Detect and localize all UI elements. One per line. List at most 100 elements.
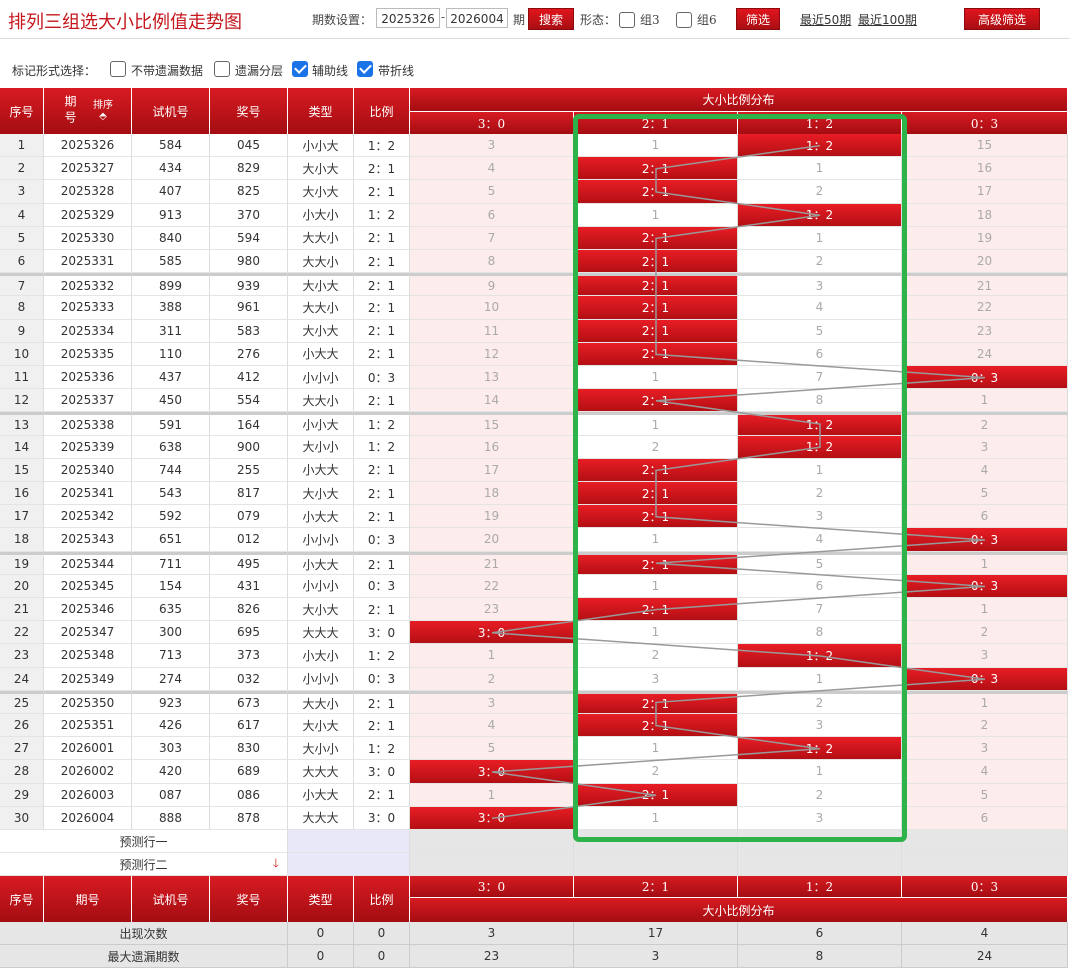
row-type: 小小大: [288, 134, 354, 158]
dist-missing-cell: 16: [902, 157, 1068, 181]
row-ratio: 2：1: [354, 389, 410, 413]
dist-missing-cell: 2: [574, 435, 738, 459]
aux-line-checkbox[interactable]: [292, 61, 308, 77]
predict-row-1-cell[interactable]: [738, 830, 902, 853]
dist-missing-cell: 5: [410, 180, 574, 204]
row-ratio: 0：3: [354, 528, 410, 552]
row-type: 大大大: [288, 806, 354, 830]
row-prize: 495: [210, 551, 288, 575]
row-ratio: 2：1: [354, 296, 410, 320]
row-ratio: 1：2: [354, 737, 410, 761]
footer-header-bin: 0：3: [902, 876, 1068, 898]
row-seq: 4: [0, 203, 44, 227]
dist-hit-cell: 2：1: [574, 690, 738, 714]
dist-missing-cell: 21: [902, 273, 1068, 297]
row-ratio: 2：1: [354, 342, 410, 366]
dist-hit-cell: 2：1: [574, 714, 738, 738]
footer-header-ratio: 比例: [354, 876, 410, 922]
header-trial: 试机号: [132, 88, 210, 134]
row-trial: 711: [132, 551, 210, 575]
predict-row-2-cell[interactable]: [574, 853, 738, 876]
row-trial: 407: [132, 180, 210, 204]
row-seq: 5: [0, 226, 44, 250]
dist-hit-cell: 0：3: [902, 574, 1068, 598]
recent-50-link[interactable]: 最近50期: [800, 11, 851, 28]
row-prize: 900: [210, 435, 288, 459]
row-ratio: 0：3: [354, 574, 410, 598]
row-ratio: 1：2: [354, 412, 410, 436]
summary-value: 24: [902, 945, 1068, 968]
predict-row-2-cell[interactable]: [738, 853, 902, 876]
sort-button[interactable]: 排序 ⬘: [93, 100, 113, 122]
row-type: 小大小: [288, 203, 354, 227]
header-bin-3-0: 3：0: [410, 112, 574, 134]
dist-hit-cell: 2：1: [574, 551, 738, 575]
dist-hit-cell: 2：1: [574, 319, 738, 343]
predict-row-1-input[interactable]: [288, 830, 410, 853]
row-ratio: 1：2: [354, 644, 410, 668]
mark-options-row: 标记形式选择： 不带遗漏数据 遗漏分层 辅助线 带折线: [0, 55, 1080, 85]
row-period: 2025345: [44, 574, 132, 598]
row-prize: 826: [210, 598, 288, 622]
dist-missing-cell: 1: [574, 528, 738, 552]
row-ratio: 2：1: [354, 458, 410, 482]
row-period: 2025336: [44, 366, 132, 390]
row-ratio: 1：2: [354, 134, 410, 158]
predict-row-2-cell[interactable]: [410, 853, 574, 876]
dist-missing-cell: 5: [410, 737, 574, 761]
dist-hit-cell: 3：0: [410, 760, 574, 784]
row-type: 大大小: [288, 690, 354, 714]
dist-missing-cell: 19: [902, 226, 1068, 250]
row-period: 2025344: [44, 551, 132, 575]
row-type: 小小小: [288, 528, 354, 552]
summary-ratio: 0: [354, 945, 410, 968]
missing-layer-checkbox[interactable]: [214, 61, 230, 77]
dist-missing-cell: 21: [410, 551, 574, 575]
row-period: 2025351: [44, 714, 132, 738]
row-type: 小小小: [288, 574, 354, 598]
predict-row-1-cell[interactable]: [902, 830, 1068, 853]
page-title: 排列三组选大小比例值走势图: [8, 12, 242, 33]
row-trial: 300: [132, 621, 210, 645]
row-seq: 20: [0, 574, 44, 598]
group3-label: 组3: [640, 13, 660, 27]
predict-row-2-input[interactable]: [288, 853, 410, 876]
footer-header-bin: 1：2: [738, 876, 902, 898]
predict-row-1-cell[interactable]: [410, 830, 574, 853]
filter-button[interactable]: 筛选: [736, 8, 780, 30]
no-missing-label: 不带遗漏数据: [131, 64, 204, 78]
predict-row-2-cell[interactable]: [902, 853, 1068, 876]
row-period: 2025339: [44, 435, 132, 459]
row-prize: 079: [210, 505, 288, 529]
search-button[interactable]: 搜索: [528, 8, 574, 30]
predict-row-1-cell[interactable]: [574, 830, 738, 853]
dist-missing-cell: 23: [902, 319, 1068, 343]
row-type: 小大小: [288, 644, 354, 668]
row-type: 大大大: [288, 621, 354, 645]
dist-missing-cell: 12: [410, 342, 574, 366]
form-label: 形态：: [580, 13, 617, 27]
row-seq: 25: [0, 690, 44, 714]
row-type: 小大大: [288, 342, 354, 366]
row-seq: 15: [0, 458, 44, 482]
row-prize: 012: [210, 528, 288, 552]
aux-line-label: 辅助线: [312, 64, 349, 78]
fold-line-checkbox[interactable]: [357, 61, 373, 77]
row-prize: 594: [210, 226, 288, 250]
footer-header-bin: 3：0: [410, 876, 574, 898]
group3-checkbox[interactable]: [619, 12, 635, 28]
advanced-filter-button[interactable]: 高级筛选: [964, 8, 1040, 30]
row-trial: 899: [132, 273, 210, 297]
no-missing-checkbox[interactable]: [110, 61, 126, 77]
row-ratio: 2：1: [354, 273, 410, 297]
start-period-input[interactable]: 2025326: [376, 8, 440, 28]
end-period-input[interactable]: 2026004: [446, 8, 508, 28]
dist-missing-cell: 4: [738, 296, 902, 320]
row-ratio: 2：1: [354, 598, 410, 622]
row-prize: 431: [210, 574, 288, 598]
dist-missing-cell: 5: [738, 551, 902, 575]
recent-100-link[interactable]: 最近100期: [858, 11, 917, 28]
group6-checkbox[interactable]: [676, 12, 692, 28]
row-prize: 961: [210, 296, 288, 320]
dist-hit-cell: 2：1: [574, 505, 738, 529]
